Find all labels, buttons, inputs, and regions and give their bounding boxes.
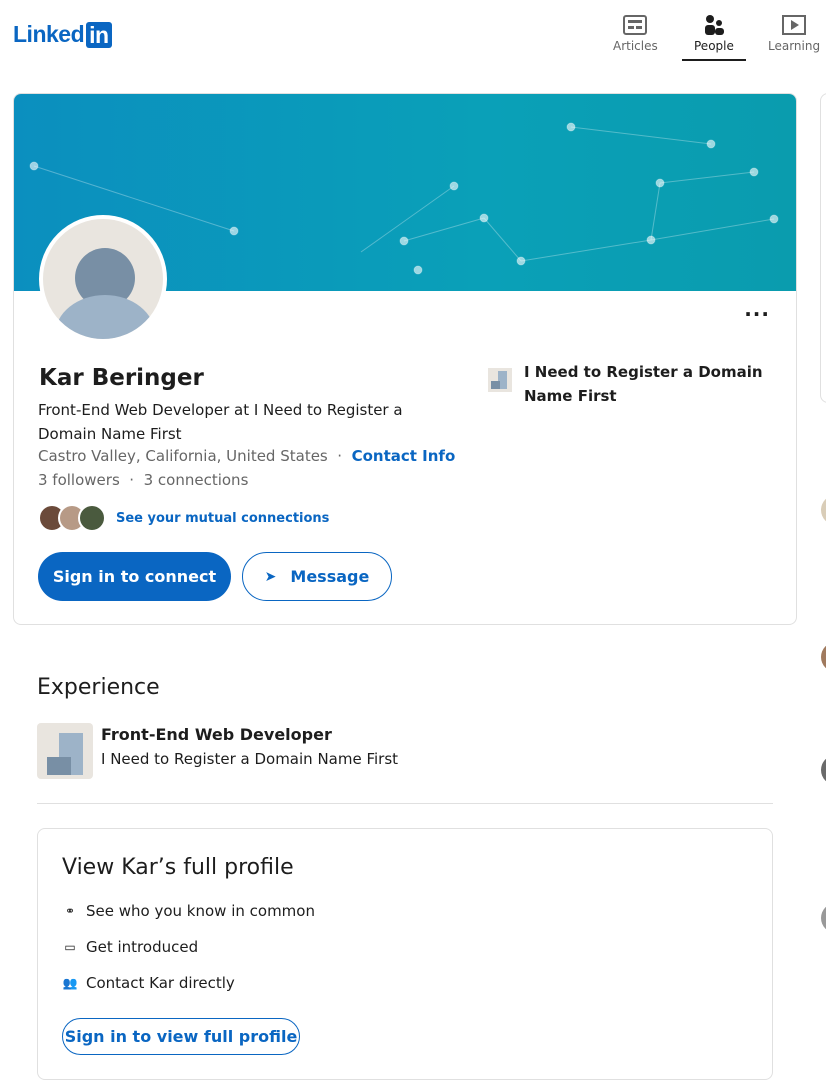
learning-icon — [782, 14, 807, 36]
profile-name: Kar Beringer — [39, 365, 204, 391]
full-profile-title: View Kar’s full profile — [62, 855, 294, 880]
experience-heading: Experience — [37, 675, 160, 700]
sign-in-full-profile-button[interactable]: Sign in to view full profile — [62, 1018, 300, 1055]
chat-icon: ▭ — [64, 940, 76, 954]
profile-headline: Front-End Web Developer at I Need to Reg… — [38, 401, 403, 443]
side-panel — [820, 93, 826, 403]
link-icon: ⚭ — [64, 904, 76, 918]
suggested-profile-avatar[interactable] — [821, 642, 826, 672]
profile-card: ··· Kar Beringer Front-End Web Developer… — [13, 93, 797, 625]
people-icon: 👥 — [62, 976, 78, 990]
company-logo — [37, 723, 93, 779]
linkedin-logo[interactable]: Linked in — [13, 21, 112, 48]
mutual-avatar — [78, 504, 106, 532]
suggested-profile-avatar[interactable] — [821, 755, 826, 785]
benefit-item: ⚭ See who you know in common — [62, 902, 315, 920]
nav-people[interactable]: People — [682, 14, 746, 61]
profile-avatar[interactable] — [39, 215, 167, 343]
profile-location: Castro Valley, California, United States… — [38, 447, 456, 465]
benefit-item: 👥 Contact Kar directly — [62, 974, 235, 992]
more-options-button[interactable]: ··· — [744, 302, 770, 326]
articles-icon — [623, 14, 648, 36]
people-icon — [702, 14, 726, 36]
suggested-profile-avatar[interactable] — [821, 495, 826, 525]
message-button[interactable]: ➤ Message — [242, 552, 392, 601]
mutual-connections[interactable]: See your mutual connections — [38, 504, 329, 532]
suggested-profile-avatar[interactable] — [821, 903, 826, 933]
experience-item[interactable]: Front-End Web Developer I Need to Registe… — [37, 723, 398, 779]
divider — [37, 803, 773, 804]
profile-stats: 3 followers · 3 connections — [38, 471, 249, 489]
send-icon: ➤ — [264, 568, 277, 585]
benefit-item: ▭ Get introduced — [62, 938, 198, 956]
contact-info-link[interactable]: Contact Info — [352, 447, 456, 465]
full-profile-card: View Kar’s full profile ⚭ See who you kno… — [37, 828, 773, 1080]
sign-in-to-connect-button[interactable]: Sign in to connect — [38, 552, 231, 601]
company-logo — [488, 368, 512, 392]
nav-learning[interactable]: Learning — [768, 14, 820, 53]
current-company[interactable]: I Need to Register a Domain Name First — [488, 360, 764, 408]
nav-articles[interactable]: Articles — [613, 14, 658, 53]
